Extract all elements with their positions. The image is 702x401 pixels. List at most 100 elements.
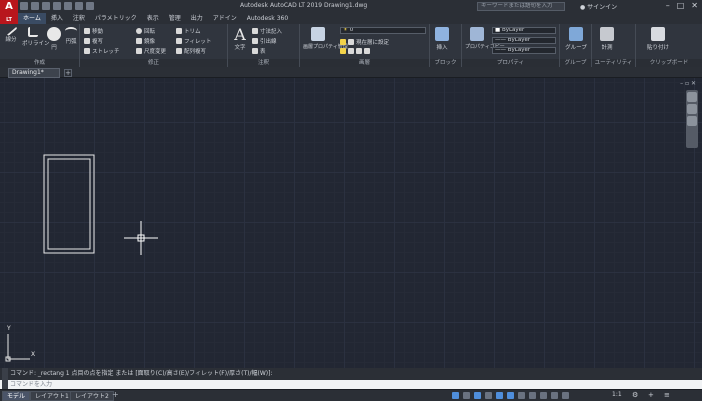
search-input[interactable]: キーワードまたは語句を入力 [477, 2, 565, 11]
stretch-tool[interactable]: ストレッチ [84, 47, 120, 55]
lineweight-dropdown[interactable]: —— ByLayer [492, 47, 556, 54]
layer-current-tool[interactable]: 現在層に設定 [340, 38, 389, 46]
signin-button[interactable]: ● サインイン [580, 2, 617, 11]
panel-groups-title[interactable]: グループ [560, 59, 591, 67]
move-tool[interactable]: 移動 [84, 27, 103, 35]
minimize-button[interactable]: – [666, 1, 670, 10]
paste-tool[interactable]: 貼り付け [646, 27, 670, 51]
group-tool[interactable]: グループ [563, 27, 589, 51]
polar-icon[interactable] [496, 392, 503, 399]
panel-utilities: 計測 ユーティリティ [592, 24, 636, 67]
panel-layers-title[interactable]: 画層 [300, 59, 429, 67]
plus-icon[interactable]: + [648, 391, 654, 399]
fillet-tool[interactable]: フィレット [176, 37, 211, 45]
tab-output[interactable]: 出力 [186, 13, 208, 24]
title-bar: A LT Autodesk AutoCAD LT 2019 Drawing1.d… [0, 0, 702, 24]
grid-icon[interactable] [463, 392, 470, 399]
tab-autodesk-360[interactable]: Autodesk 360 [242, 13, 293, 24]
array-tool[interactable]: 配列複写 [176, 47, 206, 55]
panel-draw-title[interactable]: 作成 [0, 59, 79, 67]
panel-clipboard-title[interactable]: クリップボード [636, 59, 702, 67]
mirror-icon [136, 38, 142, 44]
layer-tools-row [340, 48, 370, 54]
tab-parametric[interactable]: パラメトリック [90, 13, 142, 24]
scale-icon [136, 48, 142, 54]
otrack-icon[interactable] [518, 392, 525, 399]
dimension-tool-label: 寸法記入 [260, 29, 283, 35]
tab-view[interactable]: 表示 [142, 13, 164, 24]
close-button[interactable]: ✕ [691, 1, 698, 10]
steering-wheel-icon[interactable] [687, 92, 697, 102]
linetype-dropdown[interactable]: —— ByLayer [492, 37, 556, 44]
pan-icon[interactable] [687, 104, 697, 114]
maximize-button[interactable]: □ [677, 1, 685, 10]
panel-modify-title[interactable]: 修正 [80, 59, 227, 67]
application-menu-button[interactable]: A LT [0, 0, 18, 24]
drawing-canvas[interactable]: Y X [0, 78, 702, 368]
viewport-controls[interactable]: – ▫ ✕ [680, 80, 696, 87]
tab-layout1[interactable]: レイアウト1 [30, 391, 74, 401]
insert-tool[interactable]: 挿入 [433, 27, 451, 51]
tab-annotate[interactable]: 注釈 [68, 13, 90, 24]
tab-layout2[interactable]: レイアウト2 [70, 391, 114, 401]
layer-match-icon[interactable] [356, 48, 362, 54]
measure-tool[interactable]: 計測 [598, 27, 616, 51]
tab-home[interactable]: ホーム [18, 13, 46, 24]
scale-tool[interactable]: 尺度変更 [136, 47, 166, 55]
model-space-icon[interactable] [452, 392, 459, 399]
tab-insert[interactable]: 挿入 [46, 13, 68, 24]
new-tab-button[interactable]: + [64, 69, 72, 77]
layer-walk-icon[interactable] [364, 48, 370, 54]
plot-icon[interactable] [64, 2, 72, 10]
zoom-icon[interactable] [687, 116, 697, 126]
layer-on-icon[interactable] [340, 48, 346, 54]
polyline-tool[interactable]: ポリライン [22, 27, 50, 47]
ortho-icon[interactable] [485, 392, 492, 399]
layer-dropdown[interactable]: ☀ 0 [340, 27, 426, 34]
layer-freeze-icon[interactable] [348, 48, 354, 54]
copy-tool[interactable]: 複写 [84, 37, 103, 45]
mirror-tool[interactable]: 鏡像 [136, 37, 155, 45]
arc-tool[interactable]: 円弧 [62, 27, 80, 45]
copy-icon [84, 38, 90, 44]
panel-annotation-title[interactable]: 注釈 [228, 59, 299, 67]
customization-menu-icon[interactable]: ≡ [664, 391, 670, 399]
lineweight-icon[interactable] [529, 392, 536, 399]
layer-properties-tool[interactable]: 画層プロパティ管理 [303, 27, 348, 50]
new-file-icon[interactable] [20, 2, 28, 10]
command-line-handle[interactable] [2, 368, 8, 389]
selection-cycling-icon[interactable] [551, 392, 558, 399]
file-tab-drawing1[interactable]: Drawing1* [8, 68, 60, 78]
workspace-gear-icon[interactable]: ⚙ [632, 391, 638, 399]
match-properties-tool[interactable]: プロパティコピー [465, 27, 505, 50]
transparency-icon[interactable] [540, 392, 547, 399]
circle-tool[interactable]: 円 [45, 27, 63, 51]
text-tool[interactable]: A 文字 [231, 27, 249, 52]
trim-tool-label: トリム [184, 29, 201, 35]
trim-tool[interactable]: トリム [176, 27, 201, 35]
snap-icon[interactable] [474, 392, 481, 399]
line-tool[interactable]: 線分 [2, 23, 20, 43]
table-tool[interactable]: 表 [252, 47, 266, 55]
panel-properties-title[interactable]: プロパティ [462, 59, 559, 67]
add-layout-button[interactable]: + [112, 390, 119, 399]
save-icon[interactable] [42, 2, 50, 10]
command-input[interactable]: コマンドを入力 [0, 380, 702, 389]
osnap-icon[interactable] [507, 392, 514, 399]
annotation-scale[interactable]: 1:1 [612, 391, 622, 398]
undo-icon[interactable] [75, 2, 83, 10]
navigation-bar[interactable] [686, 90, 698, 148]
dimension-tool[interactable]: 寸法記入 [252, 27, 282, 35]
redo-icon[interactable] [86, 2, 94, 10]
tab-addins[interactable]: アドイン [208, 13, 242, 24]
color-dropdown[interactable]: ■ ByLayer [492, 27, 556, 34]
open-file-icon[interactable] [31, 2, 39, 10]
rotate-tool[interactable]: 回転 [136, 27, 155, 35]
panel-block-title[interactable]: ブロック [430, 59, 461, 67]
panel-utilities-title[interactable]: ユーティリティ [592, 59, 635, 67]
tab-manage[interactable]: 管理 [164, 13, 186, 24]
annotation-visibility-icon[interactable] [562, 392, 569, 399]
leader-tool[interactable]: 引出線 [252, 37, 277, 45]
tab-model[interactable]: モデル [2, 391, 31, 401]
save-as-icon[interactable] [53, 2, 61, 10]
